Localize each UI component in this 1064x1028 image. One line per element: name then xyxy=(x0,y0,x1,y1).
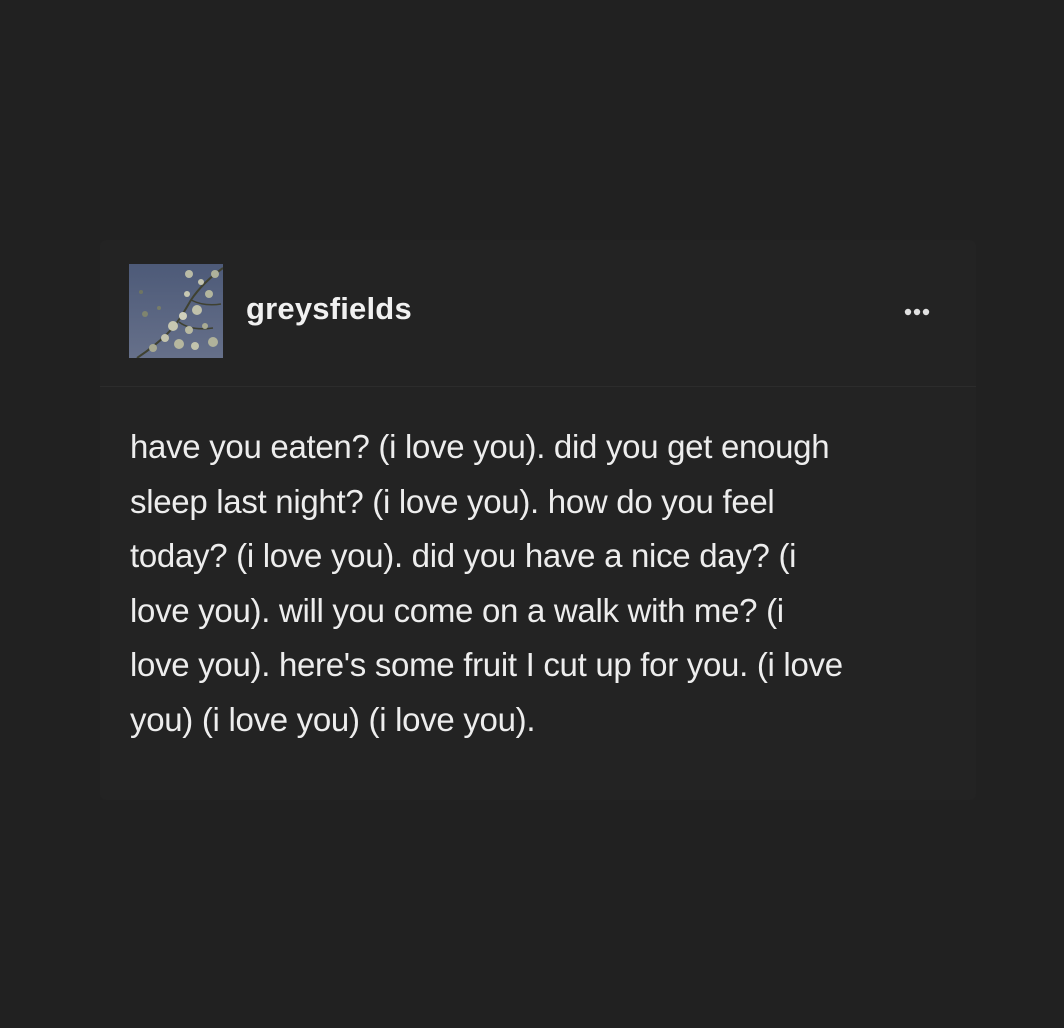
post-card: greysfields have you eaten? (i love you)… xyxy=(100,240,976,800)
more-options-button[interactable] xyxy=(896,296,944,328)
post-text-line: love you). will you come on a walk with … xyxy=(130,591,784,629)
username[interactable]: greysfields xyxy=(246,290,412,328)
avatar[interactable] xyxy=(129,264,223,358)
post-text-line: you) (i love you) (i love you). xyxy=(130,700,536,738)
more-options-icon xyxy=(904,308,930,316)
post-text-line: have you eaten? (i love you). did you ge… xyxy=(130,428,830,465)
post-text-line: today? (i love you). did you have a nice… xyxy=(130,537,797,574)
post-header: greysfields xyxy=(100,240,976,387)
avatar-image-icon xyxy=(129,264,223,358)
post-text-line: sleep last night? (i love you). how do y… xyxy=(130,482,775,520)
post-text: have you eaten? (i love you). did you ge… xyxy=(130,420,950,747)
post-text-line: love you). here's some fruit I cut up fo… xyxy=(130,646,843,683)
